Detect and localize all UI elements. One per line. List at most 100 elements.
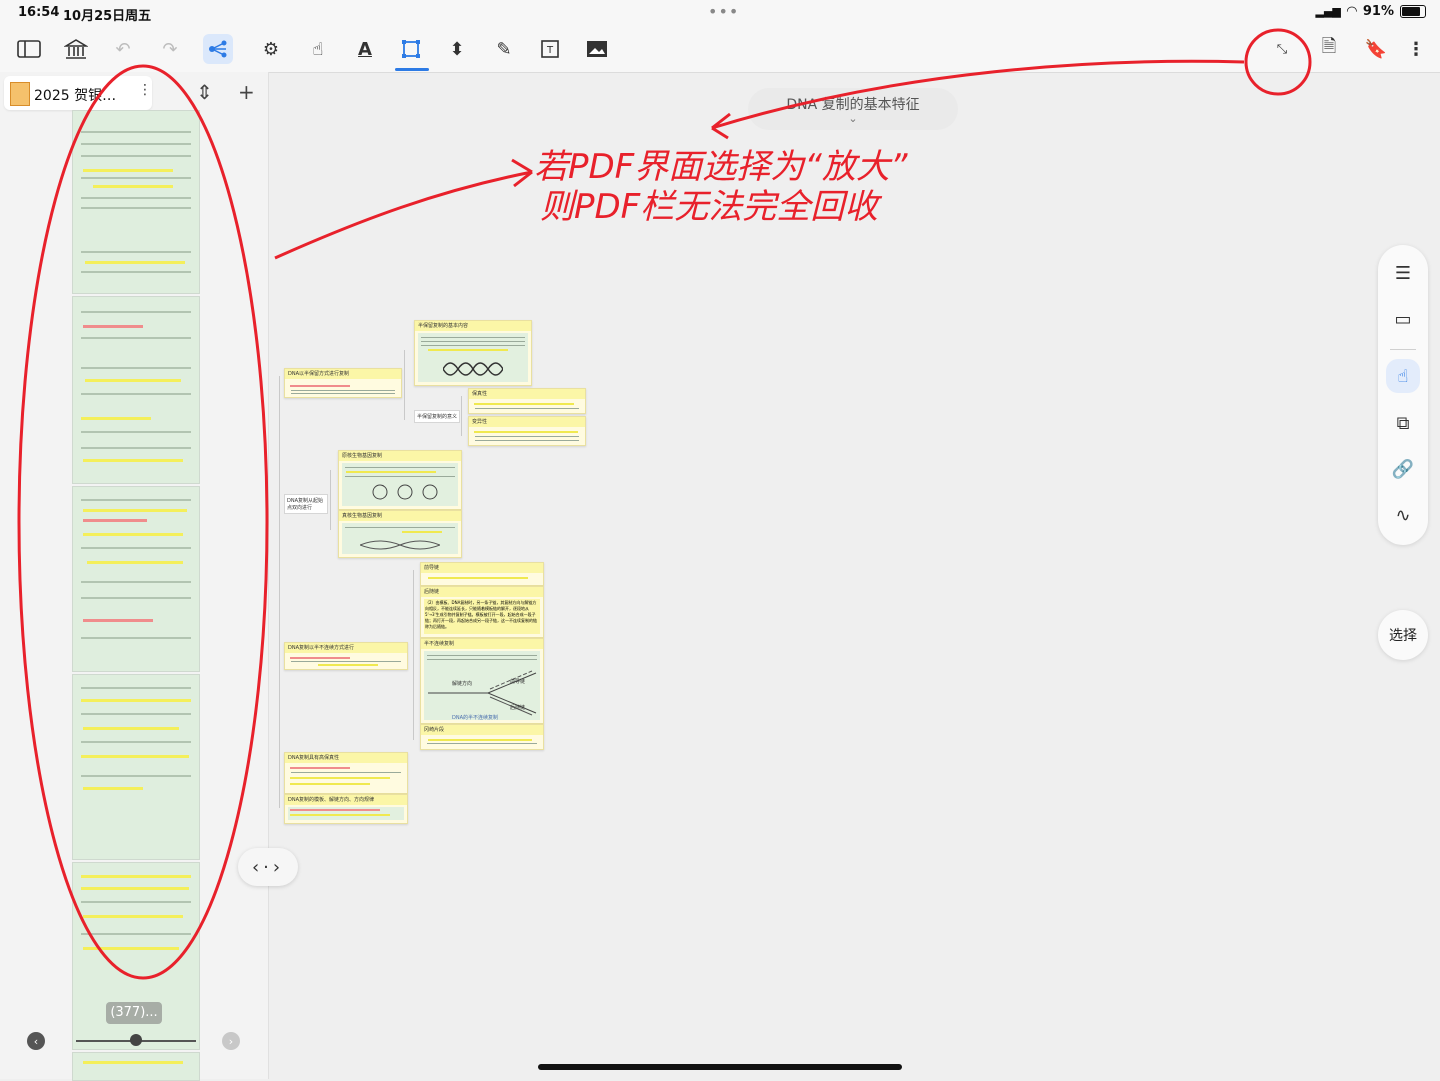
- link-button[interactable]: 🔗: [1391, 457, 1415, 481]
- node-title: 原核生物基因复制: [339, 451, 461, 461]
- page-thumbnail[interactable]: [72, 110, 200, 294]
- pointer-icon: ☝: [1397, 365, 1409, 387]
- list-icon: ☰: [1394, 262, 1412, 284]
- node-title: 变异性: [469, 417, 585, 427]
- redo-button[interactable]: ↷: [155, 34, 185, 64]
- mindmap-node[interactable]: 保真性: [468, 388, 586, 414]
- status-time: 16:54: [18, 5, 60, 20]
- mindmap-button[interactable]: [203, 34, 233, 64]
- prev-page-icon[interactable]: ‹: [27, 1032, 45, 1050]
- text-format-icon: A: [358, 38, 372, 60]
- crop-button[interactable]: [396, 34, 426, 64]
- page-thumbnail[interactable]: [72, 674, 200, 860]
- node-title: 半保留复制的基本内容: [415, 321, 531, 331]
- mindmap-node[interactable]: DNA复制具有高保真性: [284, 752, 408, 794]
- copy-button[interactable]: ⧉: [1391, 411, 1415, 435]
- page-thumbnail[interactable]: [72, 296, 200, 484]
- image-button[interactable]: [582, 34, 612, 64]
- mindmap-node[interactable]: 变异性: [468, 416, 586, 446]
- pdf-sidebar: 2025 贺银… ⋮ ⇕ + (377)... ‹ ›: [0, 72, 269, 1081]
- node-title: 冈崎片段: [421, 725, 543, 735]
- node-body-text: （2）由模板、DNA复制时，另一条子链，其复制方向与解链方向相反，不能连续延长，…: [424, 599, 540, 634]
- search-doc-button[interactable]: 🗎: [1314, 34, 1344, 64]
- library-icon: [64, 39, 88, 59]
- connector-line: [413, 570, 414, 740]
- outline-button[interactable]: ☰: [1391, 261, 1415, 285]
- crop-icon: [402, 40, 420, 58]
- mindmap-node[interactable]: 原核生物基因复制: [338, 450, 462, 510]
- node-title: DNA复制具有高保真性: [285, 753, 407, 763]
- annotation-text-line2: 则PDF栏无法完全回收: [540, 187, 882, 227]
- status-bar: 16:54 10月25日周五 ••• ▂▄▆ ◠ 91%: [0, 0, 1440, 26]
- sidebar-toggle-button[interactable]: [14, 34, 44, 64]
- mindmap-node[interactable]: DNA以半保留方式进行复制: [284, 368, 402, 398]
- pen-button[interactable]: ✎: [489, 34, 519, 64]
- document-more-icon[interactable]: ⋮: [138, 82, 152, 98]
- toolbar-divider: [1390, 349, 1416, 350]
- collapse-button[interactable]: ⤡: [1267, 34, 1297, 64]
- node-title: DNA复制的模板、解链方向、方向规律: [285, 795, 407, 805]
- connector-line: [461, 396, 462, 436]
- select-button[interactable]: 选择: [1378, 610, 1428, 660]
- more-button[interactable]: ⋮: [1401, 34, 1431, 64]
- wifi-icon: ◠: [1346, 4, 1357, 19]
- layout-button[interactable]: ▭: [1391, 307, 1415, 331]
- right-floating-toolbar: ☰ ▭ ☝ ⧉ 🔗 ∿: [1378, 245, 1428, 545]
- pen-icon: ✎: [496, 38, 512, 60]
- annotation-text-line1: 若PDF界面选择为“放大”: [534, 147, 908, 187]
- mindmap-node[interactable]: 半保留复制的意义: [414, 410, 460, 423]
- document-thumbnail-icon: [10, 82, 30, 106]
- home-indicator[interactable]: [538, 1064, 902, 1070]
- battery-icon: [1400, 5, 1426, 18]
- chevron-down-icon[interactable]: ⌄: [748, 113, 958, 124]
- page-slider-knob[interactable]: [130, 1034, 142, 1046]
- add-document-icon[interactable]: +: [238, 80, 255, 104]
- mindmap-node[interactable]: DNA复制从起始点双向进行: [284, 494, 328, 514]
- main-toolbar: ↶ ↷ ⚙ ☝ A ⬍ ✎ T ⤡ 🗎 🔖 ⋮: [0, 26, 1440, 73]
- image-icon: [587, 41, 607, 57]
- document-tab[interactable]: 2025 贺银… ⋮: [4, 76, 152, 110]
- next-page-icon[interactable]: ›: [222, 1032, 240, 1050]
- mindmap-node[interactable]: 真核生物基因复制: [338, 510, 462, 558]
- node-title: 半不连续复制: [421, 639, 543, 649]
- central-topic[interactable]: DNA 复制的基本特征 ⌄: [748, 88, 958, 130]
- scribble-button[interactable]: ∿: [1391, 503, 1415, 527]
- settings-button[interactable]: ⚙: [256, 34, 286, 64]
- sort-icon[interactable]: ⇕: [196, 80, 213, 104]
- undo-icon: ↶: [115, 38, 131, 60]
- mindmap-node[interactable]: 半不连续复制 解链方向 前导链 后随链 DNA的半不连续复制: [420, 638, 544, 724]
- diagram-label: 后随链: [510, 704, 525, 711]
- pointer-button[interactable]: ☝: [1386, 359, 1420, 393]
- transform-icon: ⬍: [449, 38, 465, 60]
- battery-percent: 91%: [1362, 4, 1394, 19]
- sidebar-resize-handle[interactable]: ‹·›: [238, 848, 298, 886]
- connector-line: [404, 350, 405, 420]
- undo-button[interactable]: ↶: [108, 34, 138, 64]
- mindmap-node[interactable]: 后随链 （2）由模板、DNA复制时，另一条子链，其复制方向与解链方向相反，不能连…: [420, 586, 544, 638]
- copy-icon: ⧉: [1396, 412, 1410, 434]
- text-format-button[interactable]: A: [350, 34, 380, 64]
- replication-bubble-icon: [360, 540, 440, 550]
- node-title: 后随链: [421, 587, 543, 597]
- page-thumbnail[interactable]: [72, 1052, 200, 1081]
- node-title: DNA复制以半不连续方式进行: [285, 643, 407, 653]
- transform-button[interactable]: ⬍: [442, 34, 472, 64]
- mindmap-node[interactable]: DNA复制的模板、解链方向、方向规律: [284, 794, 408, 824]
- active-tool-indicator: [395, 68, 429, 71]
- bookmark-button[interactable]: 🔖: [1361, 34, 1391, 64]
- svg-text:T: T: [546, 45, 554, 56]
- hand-tool-button[interactable]: ☝: [303, 34, 333, 64]
- settings-icon: ⚙: [262, 38, 280, 60]
- page-thumbnail[interactable]: [72, 486, 200, 672]
- redo-icon: ↷: [162, 38, 178, 60]
- mindmap-node[interactable]: DNA复制以半不连续方式进行: [284, 642, 408, 670]
- node-title: 前导链: [421, 563, 543, 573]
- mindmap-node[interactable]: 前导链: [420, 562, 544, 586]
- hand-icon: ☝: [312, 38, 324, 60]
- multitask-dots-icon[interactable]: •••: [708, 2, 739, 21]
- mindmap-node[interactable]: 半保留复制的基本内容: [414, 320, 532, 386]
- collapse-icon: ⤡: [1276, 41, 1288, 57]
- mindmap-node[interactable]: 冈崎片段: [420, 724, 544, 750]
- textbox-button[interactable]: T: [535, 34, 565, 64]
- library-button[interactable]: [61, 34, 91, 64]
